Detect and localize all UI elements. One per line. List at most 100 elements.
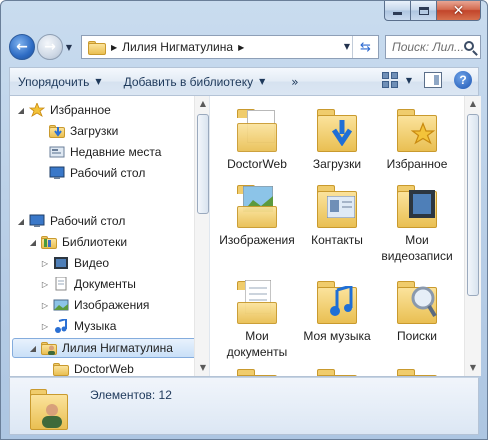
file-item-downloads[interactable]: Загрузки	[298, 98, 376, 172]
more-commands-button[interactable]: »	[281, 75, 308, 89]
file-item-label: Поиски	[397, 329, 437, 343]
expand-arrow-icon[interactable]: ▷	[40, 301, 50, 310]
search-icon[interactable]	[464, 41, 474, 51]
history-dropdown-button[interactable]: ▼	[63, 43, 75, 52]
tree-item-user-folder[interactable]: ◢ Лилия Нигматулина	[10, 338, 209, 358]
expand-arrow-icon[interactable]: ▷	[40, 259, 50, 268]
tree-item-favorites[interactable]: ◢ Избранное	[10, 100, 209, 120]
recent-places-icon	[49, 145, 65, 159]
organize-label: Упорядочить	[18, 74, 90, 89]
navigation-scrollbar[interactable]: ▲ ▼	[194, 96, 209, 376]
preview-pane-icon[interactable]	[424, 72, 442, 88]
documents-icon	[53, 276, 69, 291]
expand-arrow-icon[interactable]: ▷	[40, 322, 50, 331]
close-icon: ✕	[452, 2, 465, 19]
collapse-arrow-icon[interactable]: ◢	[16, 106, 26, 115]
file-list-scrollbar[interactable]: ▲ ▼	[464, 96, 481, 376]
tree-item-label: Рабочий стол	[70, 166, 146, 180]
tree-item-doctorweb[interactable]: DoctorWeb	[10, 359, 209, 376]
search-input[interactable]	[392, 40, 464, 54]
minimize-button[interactable]	[384, 1, 411, 21]
file-item-searches[interactable]: Поиски	[378, 270, 456, 344]
file-item-partial[interactable]	[218, 358, 296, 376]
scroll-down-icon[interactable]: ▼	[195, 360, 209, 376]
tree-item-pictures[interactable]: ▷ Изображения	[10, 295, 209, 315]
file-item-music[interactable]: Моя музыка	[298, 270, 376, 344]
file-item-documents[interactable]: Мои документы	[218, 270, 296, 360]
user-folder-icon	[41, 341, 57, 355]
favorites-folder-icon	[397, 104, 437, 152]
contacts-folder-icon	[317, 180, 357, 228]
searches-folder-icon	[397, 276, 437, 324]
file-item-favorites[interactable]: Избранное	[378, 98, 456, 172]
search-box[interactable]	[385, 35, 481, 59]
music-folder-icon	[317, 276, 357, 324]
item-count: Элементов: 12	[90, 388, 172, 402]
collapse-arrow-icon[interactable]: ◢	[16, 217, 26, 226]
file-item-label: Контакты	[311, 233, 363, 247]
scrollbar-thumb[interactable]	[197, 114, 209, 214]
change-view-icon[interactable]	[381, 72, 400, 88]
tree-item-label: Лилия Нигматулина	[62, 341, 173, 355]
folder-doc-icon	[237, 104, 277, 152]
file-item-doctorweb[interactable]: DoctorWeb	[218, 98, 296, 172]
tree-item-documents[interactable]: ▷ Документы	[10, 274, 209, 294]
expand-arrow-icon[interactable]: ▷	[40, 280, 50, 289]
address-bar[interactable]: ▶ Лилия Нигматулина ▶ ▼ ⇆	[81, 35, 379, 59]
documents-folder-icon	[237, 276, 277, 324]
refresh-icon: ⇆	[360, 39, 371, 55]
details-pane: Элементов: 12	[9, 377, 479, 435]
desktop-icon	[29, 214, 45, 228]
navigation-pane[interactable]: ◢ Избранное Загрузки Недавние места Рабо…	[10, 96, 210, 376]
forward-button[interactable]: →	[37, 34, 63, 60]
add-to-library-button[interactable]: Добавить в библиотеку ▼	[116, 68, 274, 95]
scroll-up-icon[interactable]: ▲	[195, 96, 209, 112]
maximize-icon	[418, 6, 429, 15]
tree-item-recent-places[interactable]: Недавние места	[10, 142, 209, 162]
tree-item-desktop[interactable]: ◢ Рабочий стол	[10, 211, 209, 231]
caption-buttons: ✕	[384, 1, 481, 21]
file-item-contacts[interactable]: Контакты	[298, 174, 376, 248]
user-folder-icon	[30, 384, 68, 430]
breadcrumb-chevron-icon[interactable]: ▶	[238, 43, 244, 52]
close-button[interactable]: ✕	[437, 1, 481, 21]
tree-item-desktop-favorite[interactable]: Рабочий стол	[10, 163, 209, 183]
tree-item-libraries[interactable]: ◢ Библиотеки	[10, 232, 209, 252]
file-item-pictures[interactable]: Изображения	[218, 174, 296, 248]
file-item-partial[interactable]	[298, 358, 376, 376]
collapse-arrow-icon[interactable]: ◢	[28, 344, 38, 353]
file-list-pane[interactable]: DoctorWeb Загрузки Избранное Изображения	[212, 96, 460, 376]
breadcrumb-separator-icon[interactable]: ▶	[111, 43, 117, 52]
file-item-partial[interactable]	[378, 358, 456, 376]
file-item-label: Загрузки	[312, 157, 362, 171]
tree-item-music[interactable]: ▷ Музыка	[10, 316, 209, 336]
file-scroll-track[interactable]: ▲ ▼	[465, 96, 481, 376]
tree-item-label: Музыка	[74, 319, 117, 333]
user-folder-icon	[88, 39, 106, 55]
music-icon	[53, 317, 69, 333]
organize-menu-button[interactable]: Упорядочить ▼	[10, 68, 110, 95]
breadcrumb-current[interactable]: Лилия Нигматулина	[122, 40, 233, 54]
tree-item-video[interactable]: ▷ Видео	[10, 253, 209, 273]
refresh-button[interactable]: ⇆	[352, 36, 378, 58]
file-item-label: DoctorWeb	[227, 157, 287, 171]
tree-item-downloads[interactable]: Загрузки	[10, 121, 209, 141]
command-toolbar: Упорядочить ▼ Добавить в библиотеку ▼ » ▼ …	[9, 67, 479, 95]
forward-arrow-icon: →	[44, 39, 56, 55]
downloads-folder-icon	[49, 124, 65, 138]
folder-icon	[237, 364, 277, 376]
back-button[interactable]: ←	[9, 34, 35, 60]
address-dropdown-icon[interactable]: ▼	[344, 42, 350, 51]
file-item-label: Мои документы	[226, 329, 288, 359]
file-item-videos[interactable]: Мои видеозаписи	[378, 174, 456, 264]
help-icon[interactable]: ?	[454, 71, 472, 89]
scrollbar-thumb[interactable]	[467, 114, 479, 296]
minimize-icon	[393, 12, 402, 15]
maximize-button[interactable]	[411, 1, 437, 21]
scroll-up-icon[interactable]: ▲	[465, 96, 481, 112]
view-dropdown-icon[interactable]: ▼	[406, 76, 412, 85]
explorer-window: ✕ ← → ▼ ▶ Лилия Нигматулина ▶ ▼ ⇆ Упоряд…	[0, 0, 488, 440]
tree-item-label: DoctorWeb	[74, 362, 134, 376]
collapse-arrow-icon[interactable]: ◢	[28, 238, 38, 247]
scroll-down-icon[interactable]: ▼	[465, 360, 481, 376]
